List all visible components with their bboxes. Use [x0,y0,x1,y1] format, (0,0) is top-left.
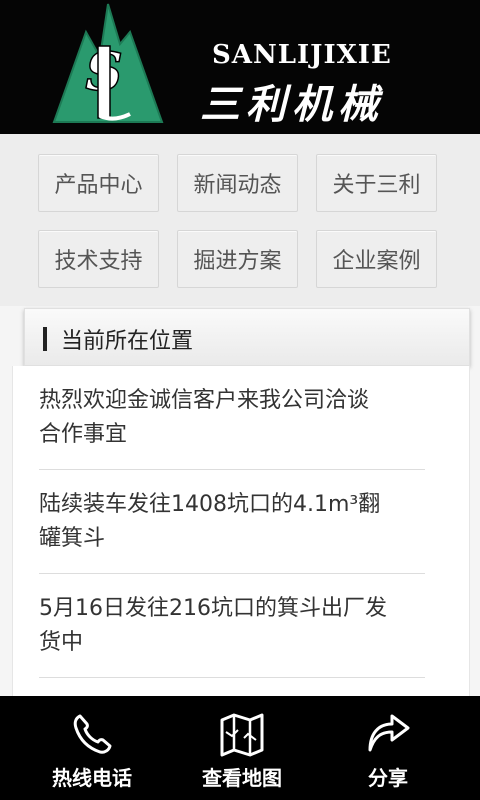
sanli-logo: S [52,3,164,123]
news-item[interactable]: 5月16日发往216坑口的箕斗出厂发 货中 [39,592,425,660]
view-map-label: 查看地图 [202,766,282,790]
location-marker [43,327,47,351]
news-item[interactable]: 热烈欢迎金诚信客户来我公司洽谈 合作事宜 [39,384,425,452]
nav-item-about[interactable]: 关于三利 [316,154,437,212]
share-label: 分享 [368,766,408,790]
list-divider [39,469,425,470]
news-item-title-line: 5月16日发往216坑口的箕斗出厂发 [39,596,387,621]
nav-item-tech-support[interactable]: 技术支持 [38,230,159,288]
nav-item-tunneling-solutions[interactable]: 掘进方案 [177,230,298,288]
nav-grid: 产品中心 新闻动态 关于三利 技术支持 掘进方案 企业案例 [0,134,480,306]
app-header: S SANLIJIXIE 三利机械 [0,0,480,134]
news-item-title-line: 热烈欢迎金诚信客户来我公司洽谈 [39,388,370,413]
hotline-button[interactable]: 热线电话 [12,696,172,800]
location-bar: 当前所在位置 [24,308,470,366]
location-label: 当前所在位置 [61,329,194,354]
list-divider [39,573,425,574]
map-icon [220,713,264,757]
view-map-button[interactable]: 查看地图 [162,696,322,800]
news-item-title-line: 罐箕斗 [39,526,106,551]
hotline-label: 热线电话 [52,766,132,790]
list-divider [39,677,425,678]
news-item-title-line: 陆续装车发往1408坑口的4.1m³翻 [39,492,381,517]
share-button[interactable]: 分享 [308,696,468,800]
nav-item-products[interactable]: 产品中心 [38,154,159,212]
brand-name-english: SANLIJIXIE [212,40,392,70]
nav-item-news[interactable]: 新闻动态 [177,154,298,212]
share-icon [368,714,410,752]
nav-item-cases[interactable]: 企业案例 [316,230,437,288]
news-list: 热烈欢迎金诚信客户来我公司洽谈 合作事宜 陆续装车发往1408坑口的4.1m³翻… [12,366,470,696]
news-item-title-line: 合作事宜 [39,422,128,447]
bottom-action-bar: 热线电话 查看地图 分享 [0,696,480,800]
phone-icon [73,714,112,754]
news-item[interactable]: 陆续装车发往1408坑口的4.1m³翻 罐箕斗 [39,488,425,556]
brand-name-chinese: 三利机械 [200,81,384,128]
news-item-title-line: 货中 [39,630,84,655]
